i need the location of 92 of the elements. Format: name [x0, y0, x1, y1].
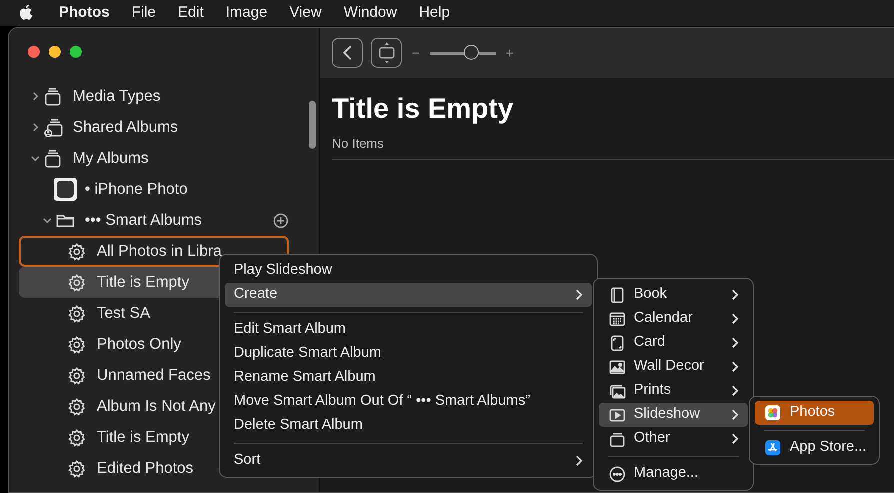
- menu-bar-item[interactable]: Window: [332, 2, 408, 24]
- menu-item[interactable]: Delete Smart Album: [225, 414, 592, 438]
- picture-icon: [608, 358, 626, 376]
- menu-bar-item[interactable]: Image: [214, 2, 279, 24]
- menu-item[interactable]: Slideshow: [599, 403, 748, 427]
- sidebar-label: Title is Empty: [97, 272, 190, 293]
- chevron-right-icon: [731, 337, 739, 349]
- sidebar-label: Title is Empty: [97, 428, 190, 448]
- sidebar-item[interactable]: Media Types: [19, 81, 289, 112]
- sidebar-label: Test SA: [97, 304, 150, 324]
- menu-item[interactable]: Edit Smart Album: [225, 318, 592, 342]
- menu-item[interactable]: Photos: [755, 401, 874, 425]
- sidebar-label: Unnamed Faces: [97, 366, 211, 386]
- chevron-right-icon[interactable]: [30, 92, 40, 101]
- more-icon: [608, 466, 626, 482]
- menu-bar-item[interactable]: Edit: [167, 2, 215, 24]
- menu-item[interactable]: Card: [599, 331, 748, 355]
- menu-item[interactable]: Wall Decor: [599, 355, 748, 379]
- sidebar-label: My Albums: [73, 148, 149, 169]
- gear-icon: [68, 428, 86, 446]
- sidebar-item[interactable]: ••• Smart Albums: [19, 205, 289, 236]
- chevron-right-icon: [731, 385, 739, 397]
- stack-icon: [44, 88, 62, 106]
- calendar-icon: [608, 310, 626, 328]
- fit-icon: [378, 42, 396, 64]
- chevron-right-icon: [731, 433, 739, 445]
- sidebar-label: • iPhone Photo: [85, 180, 188, 200]
- gear-icon: [68, 336, 86, 354]
- stack-icon: [608, 430, 626, 448]
- menu-bar-item[interactable]: Photos: [48, 2, 121, 24]
- apple-logo-icon: [18, 4, 34, 22]
- menu-item[interactable]: App Store...: [755, 436, 874, 460]
- menu-item[interactable]: Other: [599, 427, 748, 451]
- menu-item[interactable]: Create: [225, 283, 592, 307]
- zoom-out-label: −: [410, 44, 422, 62]
- add-icon[interactable]: [273, 212, 289, 228]
- menu-item[interactable]: Prints: [599, 379, 748, 403]
- gear-icon: [68, 398, 86, 416]
- sidebar-label: Edited Photos: [97, 458, 194, 479]
- play-icon: [608, 406, 626, 424]
- sidebar-label: Photos Only: [97, 334, 182, 355]
- album-title: Title is Empty: [332, 92, 515, 126]
- app-store-icon: [765, 440, 781, 456]
- gear-icon: [68, 304, 86, 322]
- menu-item[interactable]: Duplicate Smart Album: [225, 342, 592, 366]
- menu-item[interactable]: Sort: [225, 449, 592, 473]
- chevron-right-icon: [731, 409, 739, 421]
- sidebar-label: ••• Smart Albums: [85, 210, 202, 231]
- menu-bar-item[interactable]: Help: [408, 2, 462, 24]
- back-button[interactable]: [332, 38, 363, 68]
- gear-icon: [68, 242, 86, 260]
- menu-item[interactable]: Move Smart Album Out Of “ ••• Smart Albums”: [225, 390, 592, 414]
- sidebar-label: Shared Albums: [73, 118, 178, 138]
- chevron-right-icon: [575, 455, 583, 467]
- minimize-button[interactable]: [49, 46, 61, 58]
- chevron-right-icon: [731, 289, 739, 301]
- sidebar-item[interactable]: Shared Albums: [19, 112, 289, 143]
- menu-bar-item[interactable]: File: [120, 2, 168, 24]
- card-icon: [608, 334, 626, 352]
- sidebar-label: All Photos in Libra: [97, 242, 222, 262]
- stack-icon: [44, 118, 62, 136]
- chevron-down-icon[interactable]: [30, 154, 40, 163]
- flower-icon: [765, 405, 781, 421]
- album-thumbnail: [54, 178, 76, 201]
- back-icon: [342, 45, 354, 61]
- zoom-button[interactable]: [70, 46, 82, 58]
- stack-icon: [44, 150, 62, 168]
- chevron-right-icon: [575, 289, 583, 301]
- chevron-right-icon: [731, 361, 739, 373]
- sidebar-label: Album Is Not Any: [97, 396, 216, 417]
- zoom-in-label: +: [504, 44, 516, 62]
- item-count: No Items: [332, 134, 894, 160]
- sidebar-item[interactable]: My Albums: [19, 143, 289, 174]
- fit-button[interactable]: [371, 38, 402, 68]
- menu-item[interactable]: Rename Smart Album: [225, 366, 592, 390]
- book-icon: [608, 286, 626, 304]
- menu-item[interactable]: Book: [599, 283, 748, 307]
- chevron-right-icon: [731, 313, 739, 325]
- gear-icon: [68, 274, 86, 292]
- close-button[interactable]: [28, 46, 40, 58]
- chevron-right-icon[interactable]: [30, 123, 40, 132]
- sidebar-item[interactable]: • iPhone Photo: [19, 174, 289, 205]
- menu-bar-item[interactable]: View: [278, 2, 333, 24]
- scrollbar-thumb[interactable]: [309, 101, 316, 149]
- gear-icon: [68, 460, 86, 478]
- chevron-down-icon[interactable]: [42, 216, 52, 225]
- menu-item[interactable]: Calendar: [599, 307, 748, 331]
- menu-item[interactable]: Manage...: [599, 462, 748, 486]
- prints-icon: [608, 382, 626, 400]
- slider-thumb[interactable]: [464, 45, 479, 60]
- sidebar-label: Media Types: [73, 86, 161, 107]
- gear-icon: [68, 366, 86, 384]
